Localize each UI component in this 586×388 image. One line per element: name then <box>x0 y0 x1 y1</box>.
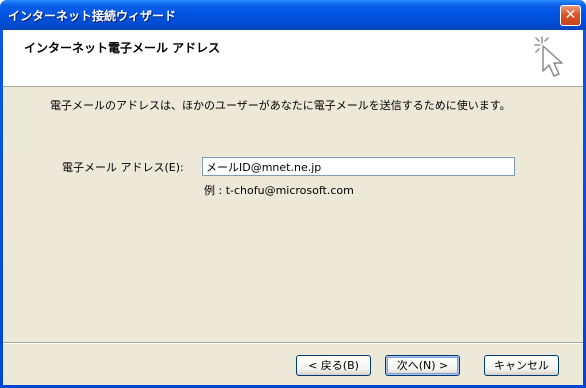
description-text: 電子メールのアドレスは、ほかのユーザーがあなたに電子メールを送信するために使いま… <box>50 99 511 112</box>
button-separator <box>3 342 583 344</box>
wizard-sparkle-cursor-icon <box>534 36 563 77</box>
title-bar[interactable]: インターネット接続ウィザード ✕ <box>0 0 586 30</box>
wizard-window: インターネット接続ウィザード ✕ インターネット電子メール アドレス 電子メール… <box>0 0 586 388</box>
page-title: インターネット電子メール アドレス <box>24 41 221 55</box>
back-button[interactable]: < 戻る(B) <box>296 355 371 376</box>
email-field[interactable] <box>202 157 515 176</box>
window-title: インターネット接続ウィザード <box>8 9 177 23</box>
close-icon: ✕ <box>564 7 577 23</box>
next-button[interactable]: 次へ(N) > <box>385 355 460 376</box>
email-example-text: 例 : t-chofu@microsoft.com <box>204 184 354 197</box>
email-label: 電子メール アドレス(E): <box>62 161 184 174</box>
cancel-button[interactable]: キャンセル <box>484 355 559 376</box>
wizard-header: インターネット電子メール アドレス <box>3 30 583 87</box>
dialog-body: インターネット電子メール アドレス 電子メールのアドレスは、ほかのユーザーがあな… <box>3 30 583 385</box>
close-button[interactable]: ✕ <box>560 5 581 26</box>
